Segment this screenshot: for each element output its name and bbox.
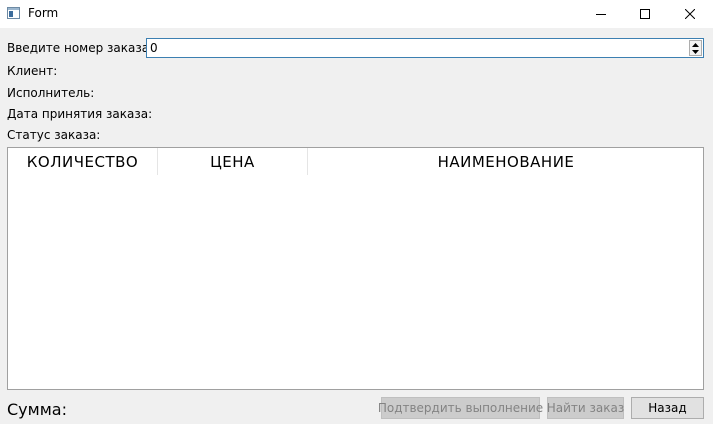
table-header: КОЛИЧЕСТВО ЦЕНА НАИМЕНОВАНИЕ: [8, 148, 703, 175]
title-bar: Form: [0, 0, 713, 28]
order-items-table[interactable]: КОЛИЧЕСТВО ЦЕНА НАИМЕНОВАНИЕ: [7, 147, 704, 390]
column-header-name[interactable]: НАИМЕНОВАНИЕ: [308, 148, 704, 175]
order-number-value[interactable]: 0: [150, 41, 158, 55]
executor-label: Исполнитель:: [7, 86, 95, 100]
arrow-down-icon: [692, 49, 699, 54]
column-header-price[interactable]: ЦЕНА: [158, 148, 308, 175]
close-icon: [685, 9, 695, 19]
window-title: Form: [28, 6, 59, 20]
spin-up-button[interactable]: [690, 41, 701, 48]
spin-down-button[interactable]: [690, 48, 701, 55]
arrow-up-icon: [692, 42, 699, 47]
app-icon: [7, 7, 20, 19]
minimize-button[interactable]: [578, 0, 624, 28]
column-header-quantity[interactable]: КОЛИЧЕСТВО: [8, 148, 158, 175]
spin-arrows: [689, 40, 702, 56]
find-order-button[interactable]: Найти заказ: [547, 397, 624, 419]
order-status-label: Статус заказа:: [7, 128, 101, 142]
maximize-icon: [640, 9, 650, 19]
client-label: Клиент:: [7, 64, 58, 78]
confirm-completion-button[interactable]: Подтвердить выполнение: [378, 397, 543, 419]
back-button[interactable]: Назад: [631, 397, 704, 419]
minimize-icon: [596, 14, 606, 15]
order-number-spinbox[interactable]: 0: [146, 38, 704, 58]
close-button[interactable]: [667, 0, 713, 28]
maximize-button[interactable]: [622, 0, 668, 28]
order-date-label: Дата принятия заказа:: [7, 107, 153, 121]
order-number-label: Введите номер заказа: [7, 41, 150, 55]
sum-label: Сумма:: [7, 400, 67, 419]
